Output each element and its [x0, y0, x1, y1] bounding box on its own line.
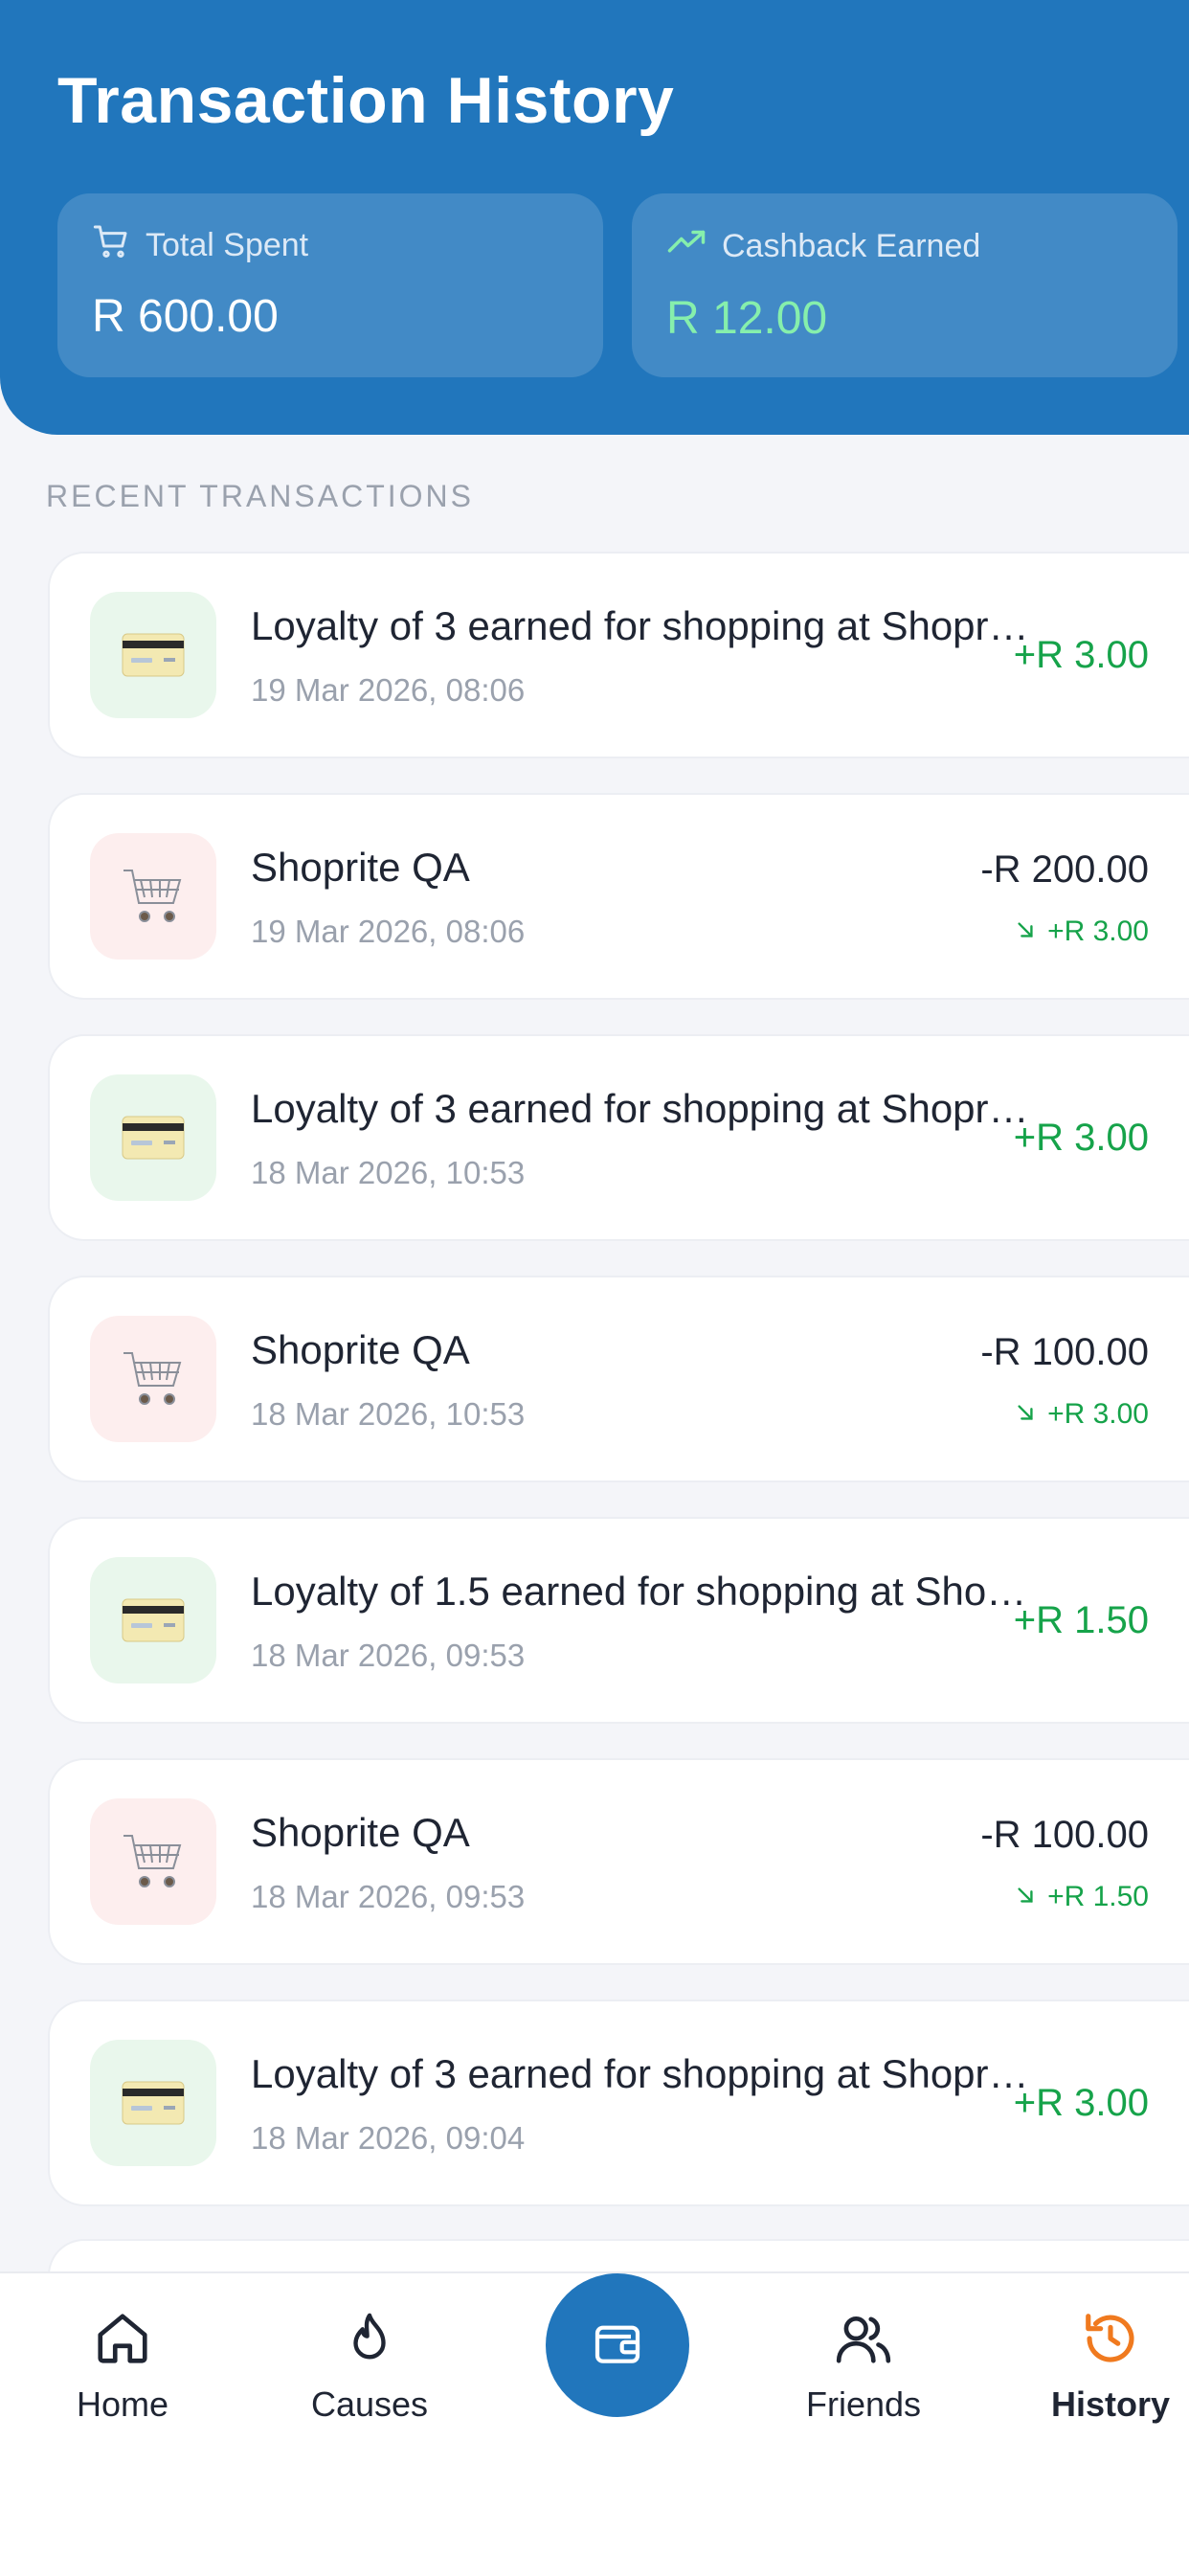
cashback-amount: +R 1.50 [1015, 1881, 1149, 1913]
list-item[interactable]: Shoprite QA 19 Mar 2026, 08:06 -R 200.00 +R… [48, 793, 1189, 1000]
shopping-cart-icon [90, 1316, 216, 1442]
transaction-date: 18 Mar 2026, 10:53 [251, 1155, 526, 1190]
page-title: Transaction History [57, 64, 675, 137]
transaction-date: 18 Mar 2026, 09:53 [251, 1638, 526, 1673]
transaction-title: Loyalty of 3 earned for shopping at Shop… [251, 603, 1036, 648]
transaction-amount: -R 200.00 [980, 848, 1149, 891]
transaction-list: Loyalty of 3 earned for shopping at Shop… [48, 552, 1189, 2241]
transaction-date: 18 Mar 2026, 09:04 [251, 2120, 526, 2156]
transaction-title: Shoprite QA [251, 845, 470, 890]
cart-icon [92, 222, 130, 269]
transaction-date: 18 Mar 2026, 09:53 [251, 1879, 526, 1914]
arrow-down-right-icon [1015, 1398, 1036, 1431]
transaction-amount: -R 100.00 [980, 1331, 1149, 1373]
total-spent-card: Total Spent R 600.00 [57, 193, 603, 377]
list-item[interactable]: Shoprite QA 18 Mar 2026, 10:53 -R 100.00 +R… [48, 1276, 1189, 1482]
arrow-down-right-icon [1015, 1881, 1036, 1913]
nav-friends[interactable]: Friends [758, 2300, 969, 2425]
credit-card-icon [90, 1074, 216, 1201]
nav-home[interactable]: Home [17, 2300, 228, 2425]
list-item[interactable]: Loyalty of 3 earned for shopping at Shop… [48, 2000, 1189, 2206]
transaction-date: 18 Mar 2026, 10:53 [251, 1396, 526, 1432]
transaction-amount: +R 1.50 [1013, 1599, 1149, 1641]
nav-history[interactable]: History [1005, 2300, 1189, 2425]
credit-card-icon [90, 1557, 216, 1683]
history-icon [1005, 2300, 1189, 2377]
transaction-date: 19 Mar 2026, 08:06 [251, 914, 526, 949]
credit-card-icon [90, 592, 216, 718]
list-item[interactable]: Shoprite QA 18 Mar 2026, 09:53 -R 100.00 +R… [48, 1758, 1189, 1965]
nav-causes[interactable]: Causes [264, 2300, 475, 2425]
transaction-amount: -R 100.00 [980, 1814, 1149, 1856]
list-item[interactable]: Loyalty of 3 earned for shopping at Shop… [48, 1034, 1189, 1241]
transaction-title: Loyalty of 3 earned for shopping at Shop… [251, 1086, 1036, 1131]
transaction-amount: +R 3.00 [1013, 634, 1149, 676]
home-icon [17, 2300, 228, 2377]
flame-icon [264, 2300, 475, 2377]
wallet-icon [591, 2316, 644, 2375]
transaction-title: Shoprite QA [251, 1810, 470, 1855]
total-spent-label: Total Spent [146, 227, 309, 263]
trending-up-icon [666, 222, 707, 271]
transaction-title: Loyalty of 1.5 earned for shopping at Sh… [251, 1569, 1036, 1614]
section-title: RECENT TRANSACTIONS [46, 479, 474, 513]
transaction-date: 19 Mar 2026, 08:06 [251, 672, 526, 708]
users-icon [758, 2300, 969, 2377]
shopping-cart-icon [90, 833, 216, 960]
cashback-card: Cashback Earned R 12.00 [632, 193, 1178, 377]
shopping-cart-icon [90, 1798, 216, 1925]
transaction-title: Shoprite QA [251, 1327, 470, 1372]
header: Transaction History Total Spent R 600.00… [0, 0, 1189, 435]
cashback-amount: +R 3.00 [1015, 1398, 1149, 1431]
cashback-label: Cashback Earned [722, 228, 981, 264]
transaction-amount: +R 3.00 [1013, 1117, 1149, 1159]
arrow-down-right-icon [1015, 915, 1036, 948]
credit-card-icon [90, 2040, 216, 2166]
cashback-value: R 12.00 [666, 293, 828, 344]
list-item[interactable]: Loyalty of 1.5 earned for shopping at Sh… [48, 1517, 1189, 1724]
transaction-amount: +R 3.00 [1013, 2082, 1149, 2124]
wallet-button[interactable] [546, 2273, 689, 2417]
bottom-nav: Home Causes Friends History [0, 2271, 1189, 2576]
cashback-amount: +R 3.00 [1015, 915, 1149, 948]
list-item[interactable]: Loyalty of 3 earned for shopping at Shop… [48, 552, 1189, 758]
total-spent-value: R 600.00 [92, 291, 279, 342]
transaction-title: Loyalty of 3 earned for shopping at Shop… [251, 2051, 1036, 2096]
